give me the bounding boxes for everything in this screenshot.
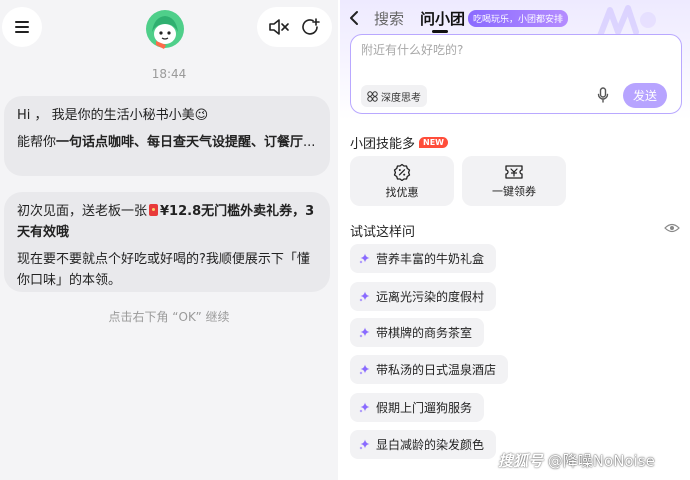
new-badge: NEW bbox=[419, 137, 448, 148]
skill-label: 一键领券 bbox=[492, 184, 536, 198]
speaker-muted-icon bbox=[269, 19, 290, 35]
sparkle-icon bbox=[359, 364, 370, 375]
suggestion-chip[interactable]: 假期上门遛狗服务 bbox=[350, 393, 485, 422]
suggestions-section-title: 试试这样问 bbox=[350, 225, 416, 240]
menu-icon bbox=[15, 21, 29, 33]
suggestion-chip[interactable]: 显白减龄的染发颜色 bbox=[350, 430, 497, 459]
message-timestamp: 18:44 bbox=[151, 67, 187, 81]
deep-think-label: 深度思考 bbox=[381, 92, 421, 104]
suggestion-label: 带棋牌的商务茶室 bbox=[376, 326, 473, 340]
watermark-brand: 搜狐号 bbox=[498, 452, 544, 470]
assistant-avatar bbox=[146, 10, 184, 49]
top-controls bbox=[257, 7, 332, 47]
sparkle-icon bbox=[359, 439, 370, 450]
suggestion-label: 远离光污染的度假村 bbox=[376, 290, 485, 304]
red-packet-icon bbox=[149, 204, 159, 216]
suggestion-chip[interactable]: 营养丰富的牛奶礼盒 bbox=[350, 244, 497, 273]
tab-search[interactable]: 搜索 bbox=[374, 8, 404, 29]
slogan-badge: 吃喝玩乐，小团都安排 bbox=[468, 9, 569, 27]
highlight-text: 一句话点咖啡、每日查天气设提醒、订餐厅 bbox=[56, 135, 304, 150]
watermark: 搜狐号 @降噪NoNoise bbox=[498, 450, 655, 471]
microphone-icon[interactable] bbox=[597, 87, 609, 103]
skill-label: 找优惠 bbox=[385, 185, 419, 199]
suggestion-label: 带私汤的日式温泉酒店 bbox=[376, 363, 497, 377]
mute-button[interactable] bbox=[268, 18, 290, 36]
suggestion-chip[interactable]: 带私汤的日式温泉酒店 bbox=[350, 355, 509, 384]
sparkle-icon bbox=[359, 327, 370, 338]
coupon-icon bbox=[505, 164, 523, 179]
sparkle-icon bbox=[359, 402, 370, 413]
ask-panel: 搜索 问小团 吃喝玩乐，小团都安排 深度思考 发送 小团技能多 NEW bbox=[340, 0, 690, 480]
send-button[interactable]: 发送 bbox=[623, 83, 667, 108]
message-line: Hi ， 我是你的生活小秘书小美😉 bbox=[17, 108, 209, 123]
skills-title: 小团技能多 bbox=[350, 137, 416, 152]
suggestion-chip[interactable]: 带棋牌的商务茶室 bbox=[350, 318, 485, 347]
menu-button[interactable] bbox=[2, 7, 42, 47]
message-line: 现在要不要就点个好吃或好喝的?我顺便展示下「懂你口味」的本领。 bbox=[17, 252, 310, 288]
deep-think-button[interactable]: 深度思考 bbox=[361, 85, 427, 107]
continue-hint: 点击右下角 “OK” 继续 bbox=[108, 310, 230, 324]
discount-icon bbox=[393, 163, 411, 181]
skill-find-deals[interactable]: 找优惠 bbox=[350, 156, 454, 206]
chat-panel: 18:44 Hi ， 我是你的生活小秘书小美😉 能帮你一句话点咖啡、每日查天气设… bbox=[0, 0, 338, 480]
chat-message-greeting: Hi ， 我是你的生活小秘书小美😉 能帮你一句话点咖啡、每日查天气设提醒、订餐厅… bbox=[4, 96, 330, 176]
ask-input[interactable] bbox=[361, 41, 661, 71]
chevron-left-icon bbox=[350, 11, 358, 25]
new-chat-button[interactable] bbox=[301, 17, 321, 37]
skill-get-coupons[interactable]: 一键领券 bbox=[462, 156, 566, 206]
watermark-text: @降噪NoNoise bbox=[547, 452, 655, 470]
message-line: 能帮你一句话点咖啡、每日查天气设提醒、订餐厅... bbox=[17, 135, 316, 150]
suggestion-label: 营养丰富的牛奶礼盒 bbox=[376, 252, 485, 266]
chat-message-coupon: 初次见面，送老板一张 ¥12.8无门槛外卖礼券，3天有效哦 现在要不要就点个好吃或… bbox=[4, 192, 330, 292]
suggestion-chip[interactable]: 远离光污染的度假村 bbox=[350, 282, 497, 311]
suggestion-label: 假期上门遛狗服务 bbox=[376, 401, 473, 415]
back-button[interactable] bbox=[340, 10, 368, 26]
sparkle-icon bbox=[359, 253, 370, 264]
suggestion-label: 显白减龄的染发颜色 bbox=[376, 438, 485, 452]
top-nav: 搜索 问小团 吃喝玩乐，小团都安排 bbox=[340, 5, 569, 33]
ask-input-box: 深度思考 发送 bbox=[350, 34, 682, 114]
tab-ask-xiaotuan[interactable]: 问小团 bbox=[420, 8, 465, 33]
skills-section-title: 小团技能多 NEW bbox=[350, 133, 448, 152]
eye-icon[interactable] bbox=[664, 222, 680, 234]
message-line: 初次见面，送老板一张 ¥12.8无门槛外卖礼券，3天有效哦 bbox=[17, 204, 315, 240]
new-chat-icon bbox=[301, 18, 320, 35]
sparkle-icon bbox=[359, 291, 370, 302]
deep-think-icon bbox=[367, 90, 378, 102]
